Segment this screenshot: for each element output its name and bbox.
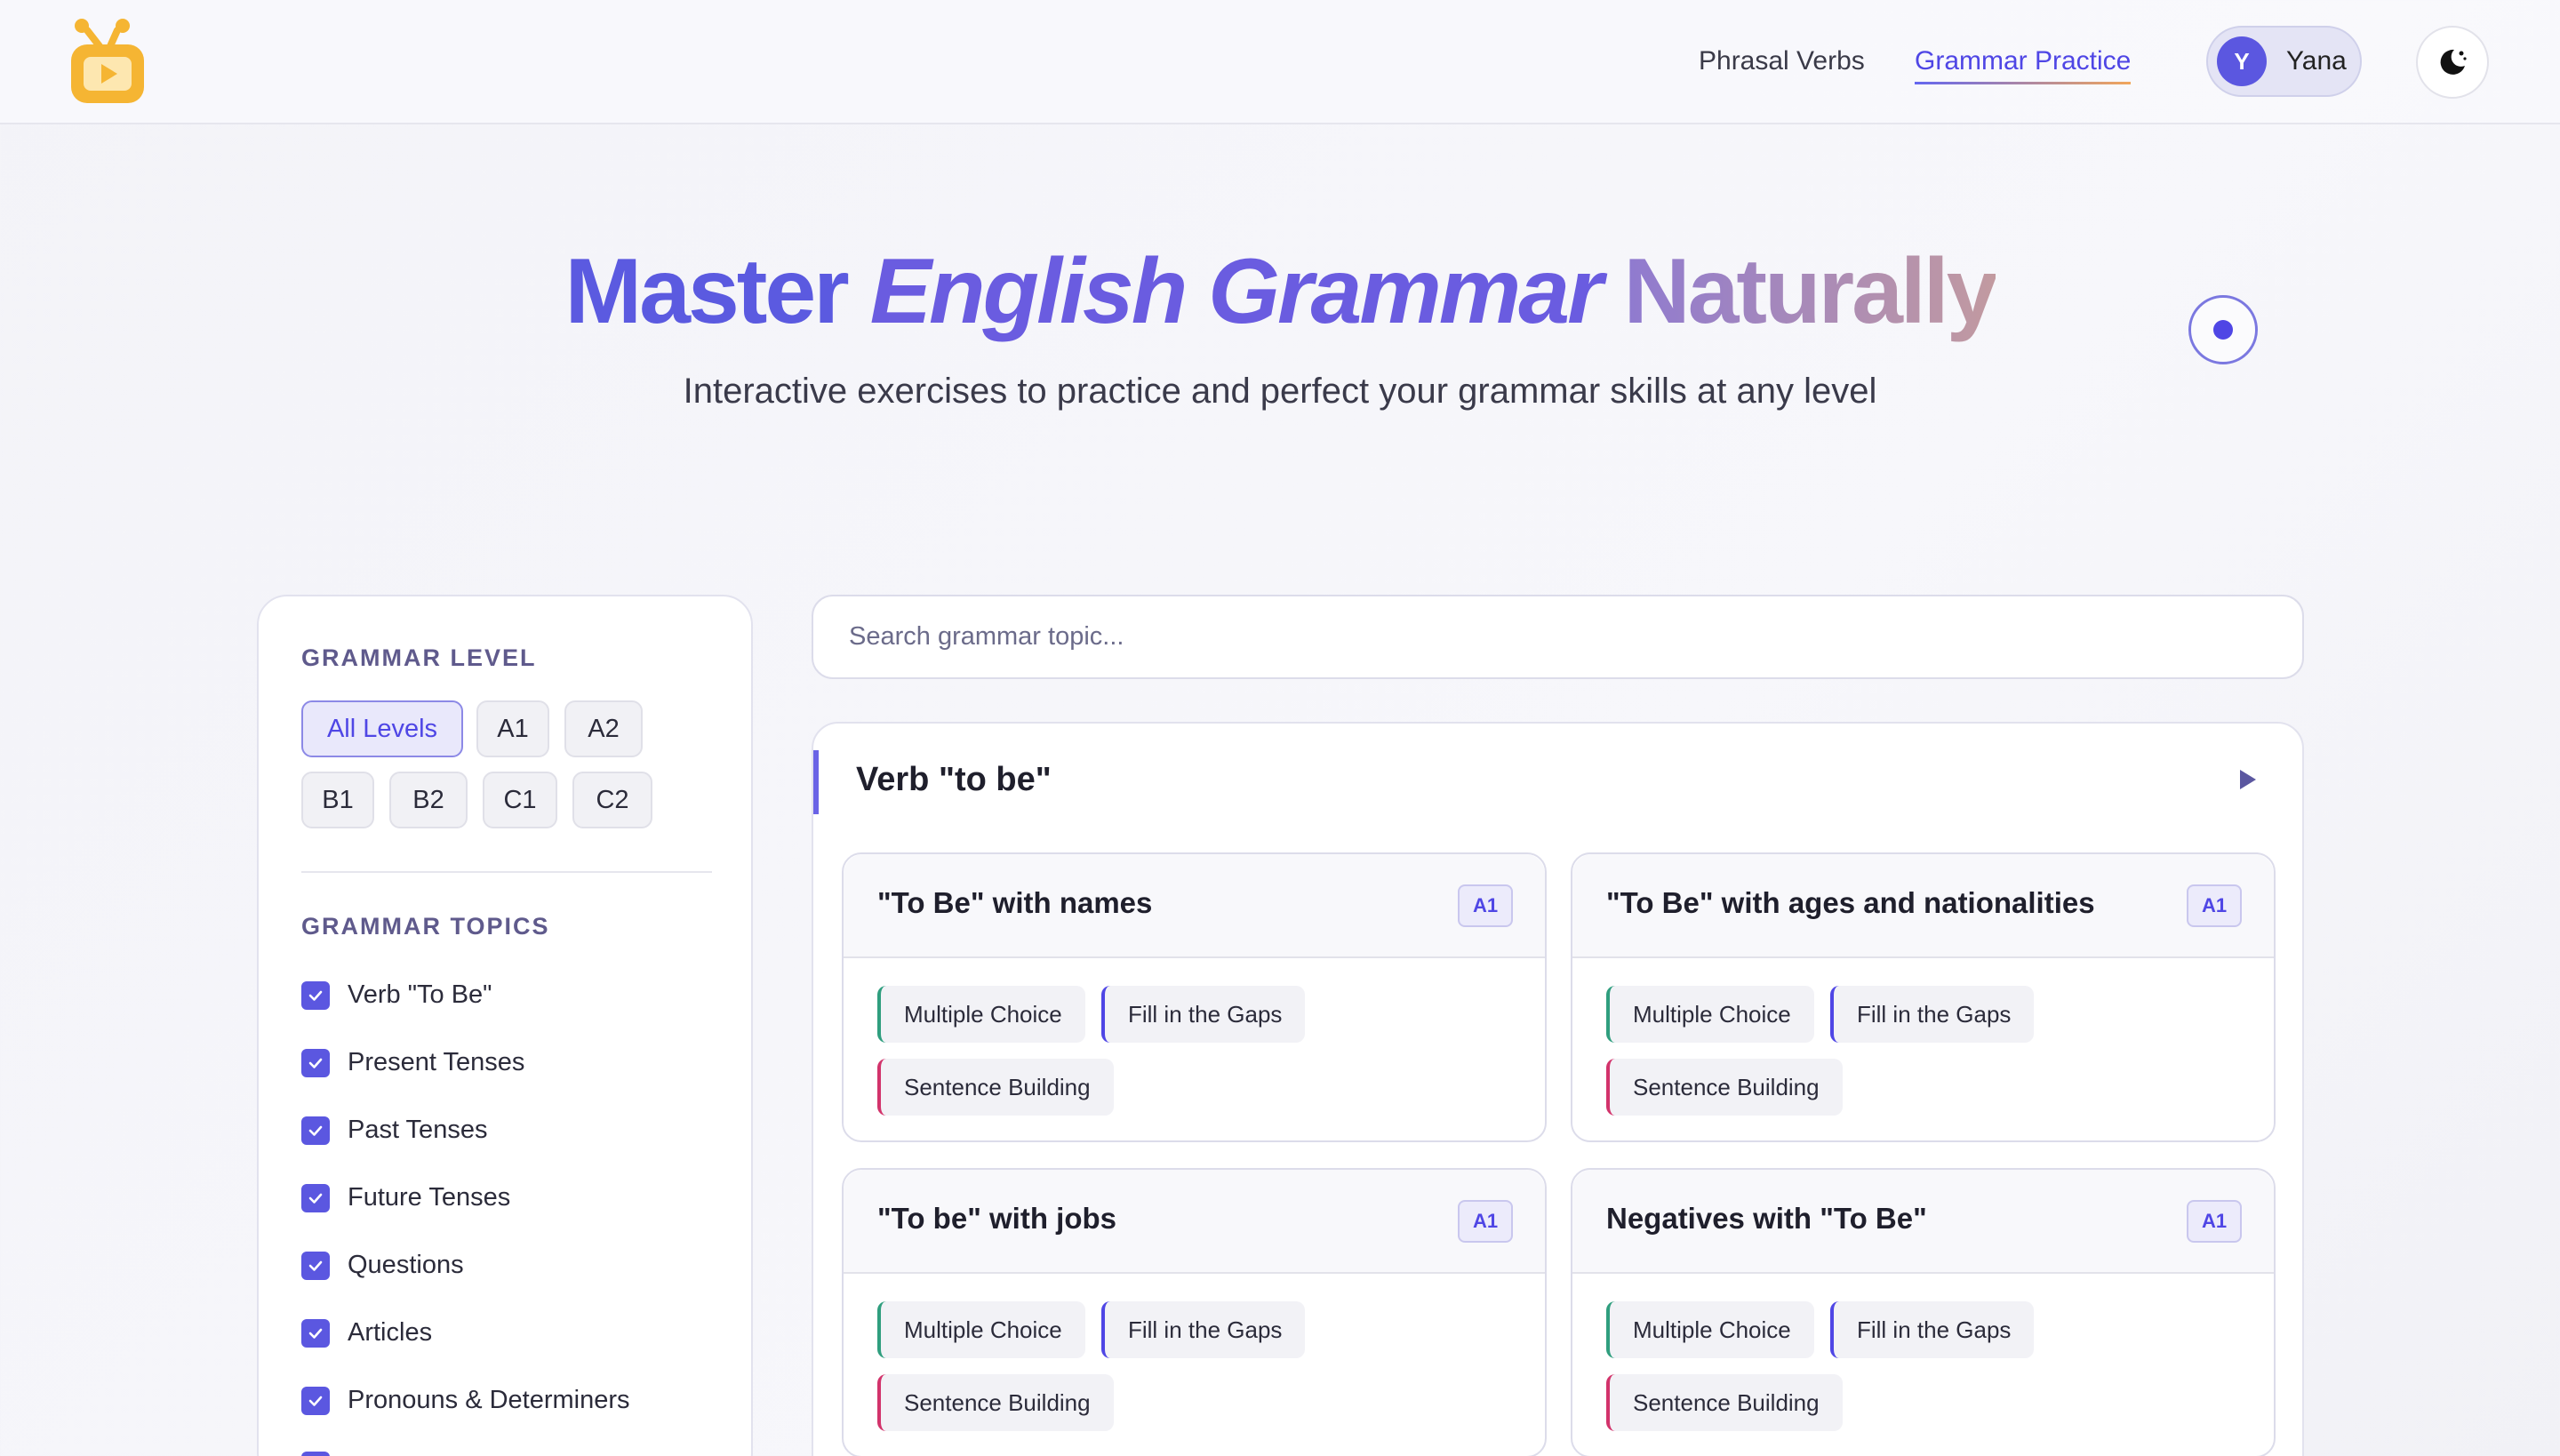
user-name: Yana <box>2286 46 2347 76</box>
theme-toggle-button[interactable] <box>2416 26 2489 99</box>
filter-sidebar: GRAMMAR LEVEL All Levels A1 A2 B1 B2 C1 … <box>257 595 753 1456</box>
chip-sentence-building[interactable]: Sentence Building <box>877 1059 1114 1116</box>
chip-multiple-choice[interactable]: Multiple Choice <box>1606 1301 1814 1358</box>
grammar-topics-heading: GRAMMAR TOPICS <box>301 913 550 940</box>
exercise-card[interactable]: "To be" with jobs A1 Multiple Choice Fil… <box>842 1168 1547 1456</box>
topic-label: Verb "To Be" <box>348 980 492 1009</box>
exercise-card-header: Negatives with "To Be" A1 <box>1572 1170 2274 1274</box>
search-input[interactable] <box>812 595 2304 679</box>
level-badge: A1 <box>1458 1200 1513 1243</box>
topic-future-tenses[interactable]: Future Tenses <box>301 1183 510 1212</box>
check-icon[interactable] <box>301 1386 330 1415</box>
exercise-card-header: "To Be" with ages and nationalities A1 <box>1572 854 2274 958</box>
topic-section-card: Verb "to be" "To Be" with names A1 Multi… <box>812 722 2304 1456</box>
topic-articles[interactable]: Articles <box>301 1318 432 1348</box>
level-badge: A1 <box>2187 1200 2242 1243</box>
title-part-naturally: Naturally <box>1623 240 1997 343</box>
exercise-card[interactable]: Negatives with "To Be" A1 Multiple Choic… <box>1571 1168 2276 1456</box>
topic-label: Articles <box>348 1318 433 1347</box>
decorative-circle-icon <box>2188 295 2258 364</box>
topic-label: Pronouns & Determiners <box>348 1386 630 1414</box>
moon-icon <box>2440 49 2467 75</box>
check-icon[interactable] <box>301 1183 330 1212</box>
exercise-card-header: "To Be" with names A1 <box>844 854 1545 958</box>
topic-label: Questions <box>348 1251 464 1279</box>
exercise-title: "To Be" with names <box>877 886 1153 919</box>
topic-label: Past Tenses <box>348 1116 488 1144</box>
topic-questions[interactable]: Questions <box>301 1251 464 1280</box>
chip-sentence-building[interactable]: Sentence Building <box>877 1374 1114 1431</box>
top-header: Phrasal Verbs Grammar Practice Y Yana <box>0 0 2560 124</box>
exercise-title: "To Be" with ages and nationalities <box>1606 886 2095 919</box>
sidebar-divider <box>301 871 712 873</box>
chip-fill-in-the-gaps[interactable]: Fill in the Gaps <box>1830 986 2035 1043</box>
user-menu-button[interactable]: Y Yana <box>2206 26 2362 97</box>
chip-fill-in-the-gaps[interactable]: Fill in the Gaps <box>1101 986 1306 1043</box>
level-c1[interactable]: C1 <box>483 772 557 828</box>
tv-play-logo-icon[interactable] <box>69 18 146 105</box>
check-icon[interactable] <box>301 1048 330 1077</box>
section-title: Verb "to be" <box>856 761 1052 798</box>
check-icon[interactable] <box>301 1251 330 1280</box>
topic-next-partial[interactable] <box>301 1452 330 1456</box>
page-subtitle: Interactive exercises to practice and pe… <box>683 372 1877 411</box>
topic-past-tenses[interactable]: Past Tenses <box>301 1116 487 1145</box>
nav-grammar-practice[interactable]: Grammar Practice <box>1915 46 2132 84</box>
chip-multiple-choice[interactable]: Multiple Choice <box>1606 986 1814 1043</box>
level-b1[interactable]: B1 <box>301 772 374 828</box>
check-icon[interactable] <box>301 1452 330 1456</box>
chip-multiple-choice[interactable]: Multiple Choice <box>877 1301 1085 1358</box>
triangle-right-icon[interactable] <box>2240 770 2256 789</box>
topic-label: Present Tenses <box>348 1048 525 1076</box>
exercise-card-header: "To be" with jobs A1 <box>844 1170 1545 1274</box>
avatar: Y <box>2217 36 2267 86</box>
chip-sentence-building[interactable]: Sentence Building <box>1606 1059 1843 1116</box>
grammar-level-heading: GRAMMAR LEVEL <box>301 644 537 671</box>
level-badge: A1 <box>1458 884 1513 927</box>
exercise-card[interactable]: "To Be" with ages and nationalities A1 M… <box>1571 852 2276 1142</box>
topic-present-tenses[interactable]: Present Tenses <box>301 1048 524 1077</box>
topic-verb-to-be[interactable]: Verb "To Be" <box>301 980 492 1010</box>
title-part-english-grammar: English Grammar <box>869 240 1604 343</box>
topic-label: Future Tenses <box>348 1183 511 1212</box>
level-a2[interactable]: A2 <box>564 700 643 757</box>
nav-phrasal-verbs[interactable]: Phrasal Verbs <box>1699 46 1865 76</box>
page-title: Master English Grammar Naturally <box>0 238 2560 345</box>
check-icon[interactable] <box>301 980 330 1010</box>
title-part-master: Master <box>564 240 849 343</box>
check-icon[interactable] <box>301 1116 330 1145</box>
exercise-card[interactable]: "To Be" with names A1 Multiple Choice Fi… <box>842 852 1547 1142</box>
topic-pronouns-determiners[interactable]: Pronouns & Determiners <box>301 1386 630 1415</box>
check-icon[interactable] <box>301 1318 330 1348</box>
level-badge: A1 <box>2187 884 2242 927</box>
level-c2[interactable]: C2 <box>572 772 652 828</box>
circle-dot-icon <box>2213 320 2233 340</box>
level-b2[interactable]: B2 <box>389 772 468 828</box>
exercise-title: "To be" with jobs <box>877 1202 1116 1235</box>
exercise-title: Negatives with "To Be" <box>1606 1202 1927 1235</box>
level-all-levels[interactable]: All Levels <box>301 700 463 757</box>
level-a1[interactable]: A1 <box>476 700 549 757</box>
section-accent-bar <box>813 750 819 814</box>
chip-multiple-choice[interactable]: Multiple Choice <box>877 986 1085 1043</box>
chip-sentence-building[interactable]: Sentence Building <box>1606 1374 1843 1431</box>
chip-fill-in-the-gaps[interactable]: Fill in the Gaps <box>1101 1301 1306 1358</box>
chip-fill-in-the-gaps[interactable]: Fill in the Gaps <box>1830 1301 2035 1358</box>
